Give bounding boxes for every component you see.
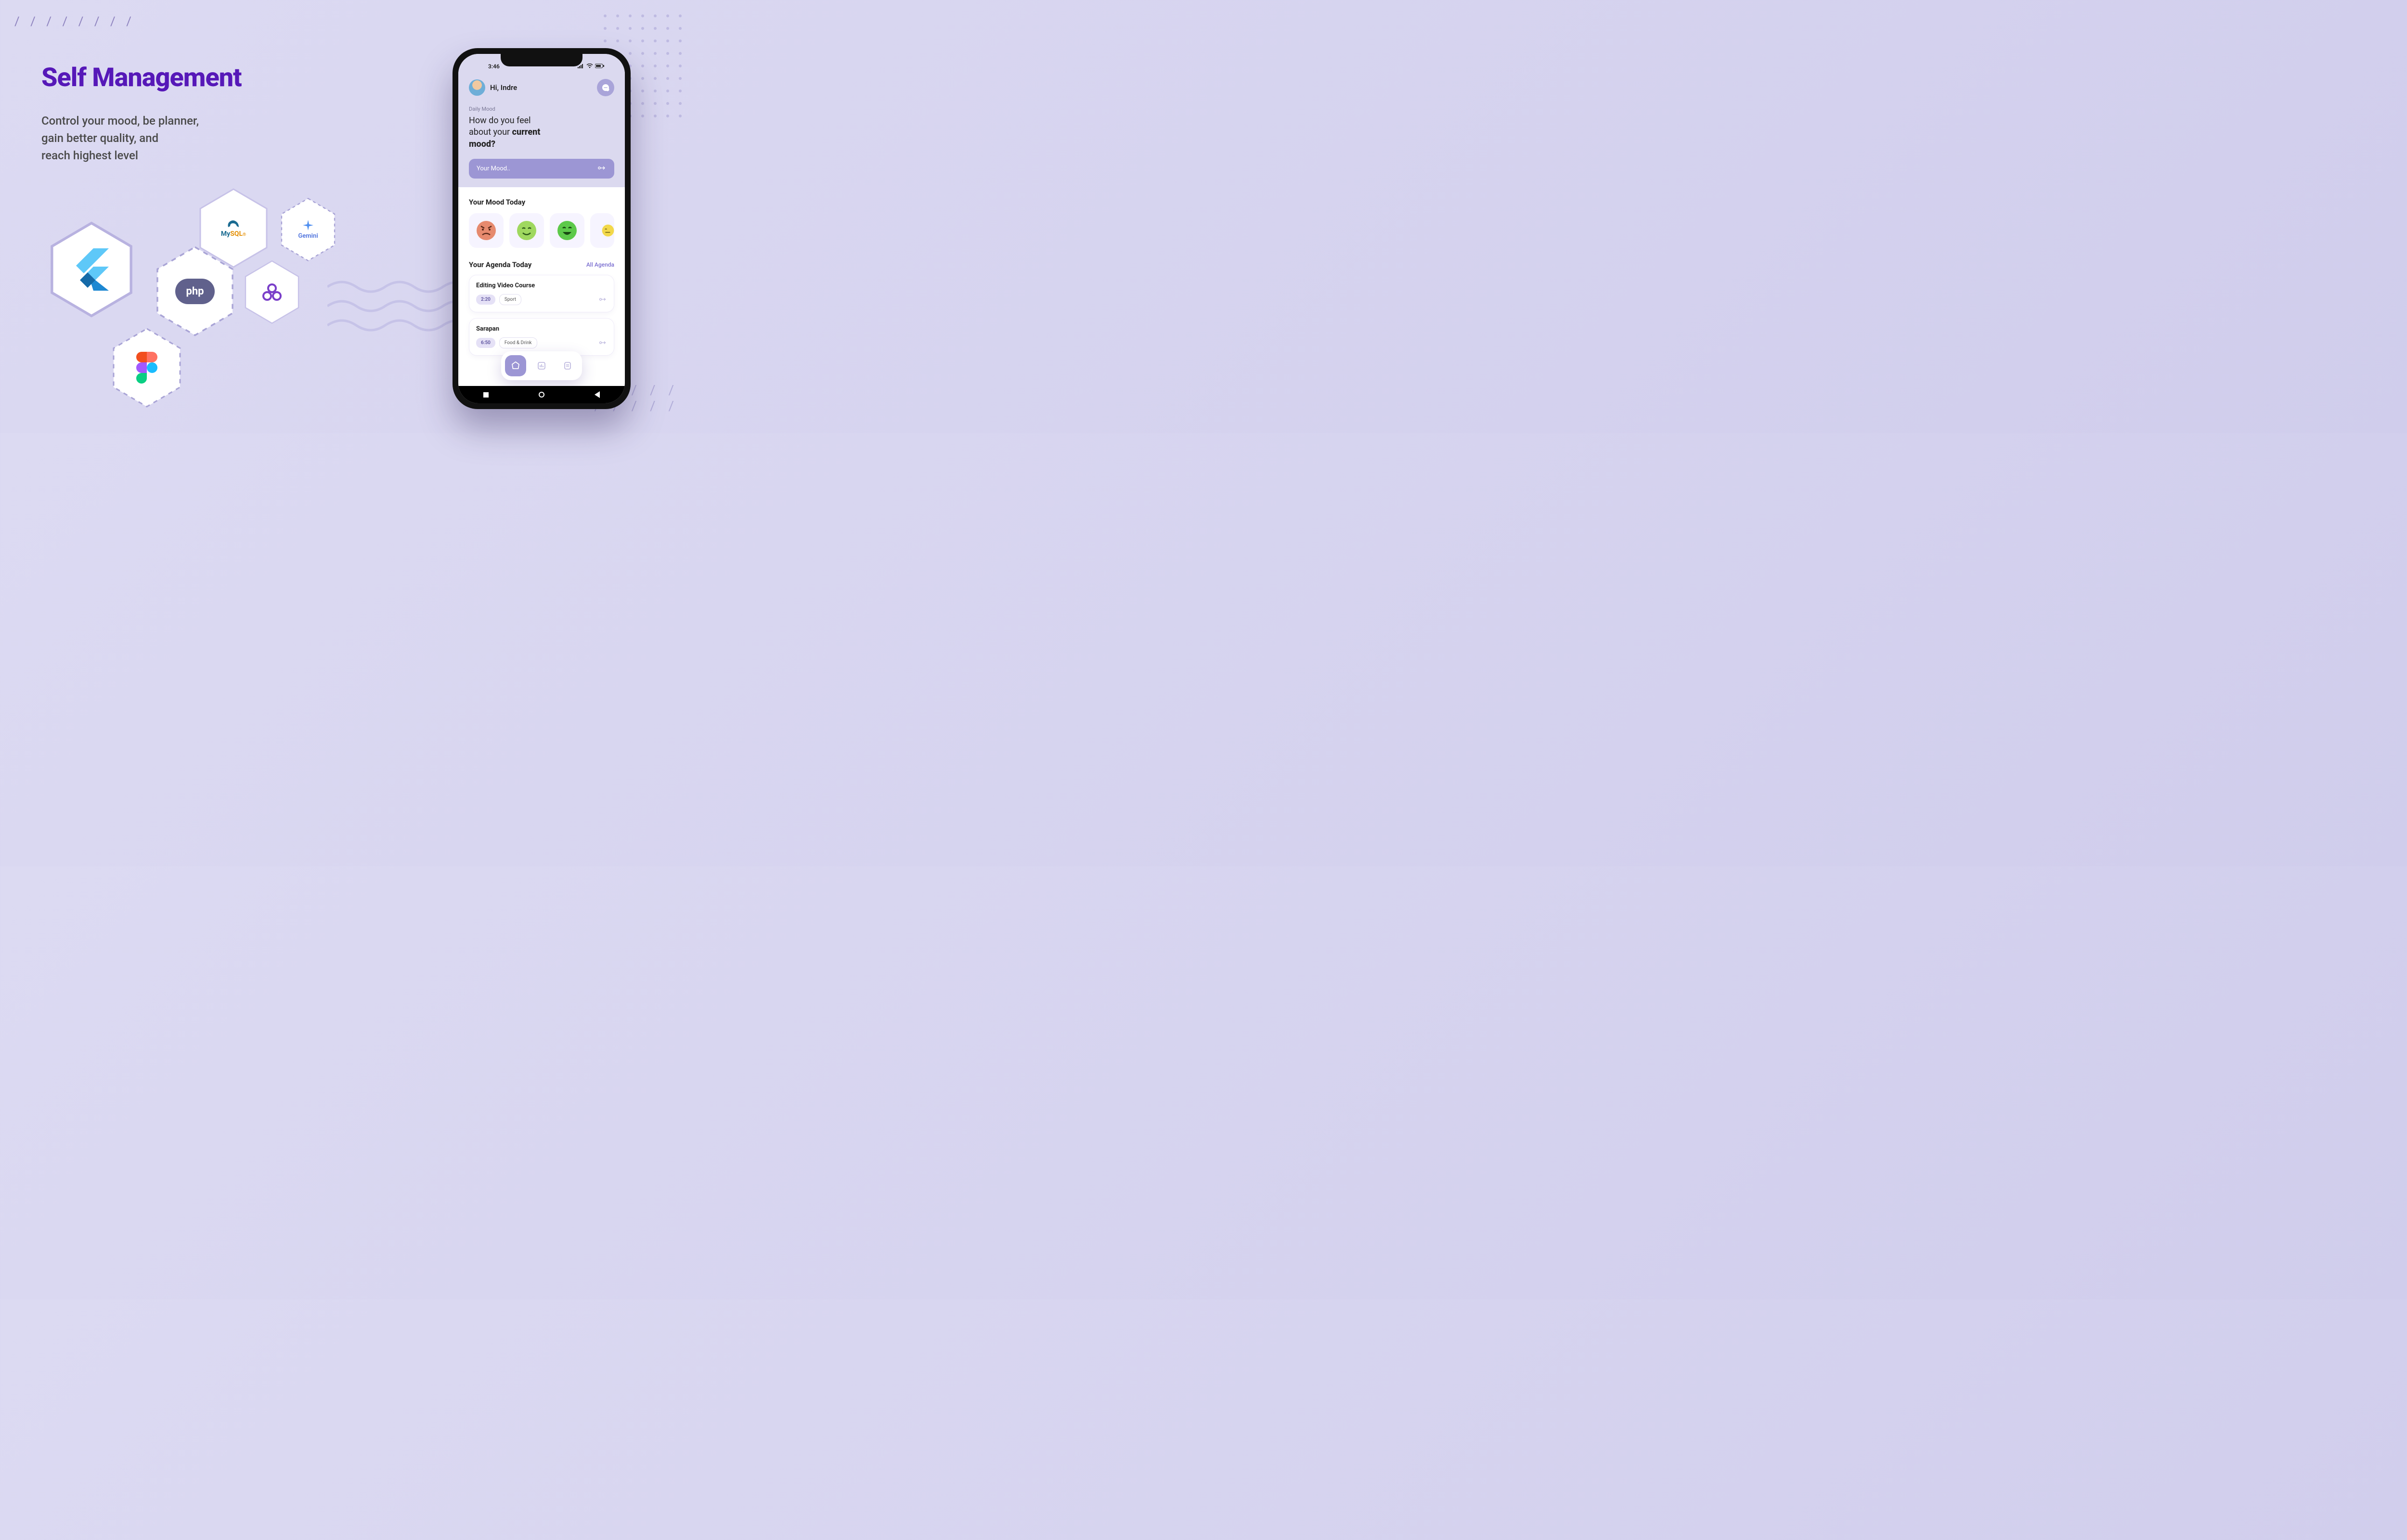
android-nav-bar [458, 386, 625, 403]
agenda-arrow-icon [599, 339, 607, 346]
agenda-time-chip: 6:50 [476, 338, 495, 348]
hero-sub-line1: Control your mood, be planner, [41, 114, 199, 128]
daily-mood-question: How do you feel about your current mood? [469, 115, 614, 150]
agenda-card[interactable]: Editing Video Course 2:20 Sport [469, 275, 614, 312]
angry-face-icon [476, 220, 496, 241]
bottom-nav [501, 351, 582, 380]
phone-notch [501, 54, 582, 66]
stats-icon [537, 361, 546, 371]
battery-icon [595, 64, 605, 70]
nav-notes[interactable] [557, 355, 578, 376]
android-home-icon[interactable] [539, 392, 544, 398]
laugh-face-icon [557, 220, 577, 241]
nav-home[interactable] [505, 355, 526, 376]
chat-button[interactable] [597, 79, 614, 96]
hero-sub-line2: gain better quality, and [41, 131, 158, 145]
mood-laugh[interactable] [550, 213, 584, 248]
agenda-arrow-icon [599, 296, 607, 303]
hex-gemini: Gemini [279, 197, 337, 262]
flutter-icon [74, 248, 109, 291]
hero-sub-line3: reach highest level [41, 149, 138, 162]
agenda-item-title: Sarapan [476, 325, 607, 333]
chat-bubble-icon [601, 83, 610, 92]
user-avatar[interactable] [469, 79, 485, 96]
hero-subtitle: Control your mood, be planner, gain bett… [41, 112, 340, 164]
hero-title: Self Management [41, 63, 340, 93]
agenda-tag-chip: Food & Drink [499, 337, 537, 348]
submit-arrow-icon [598, 165, 607, 172]
mood-placeholder: Your Mood.. [477, 165, 510, 172]
agenda-time-chip: 2:20 [476, 295, 495, 305]
mood-input[interactable]: Your Mood.. [469, 159, 614, 179]
mysql-dolphin-icon [226, 218, 241, 229]
hex-asana [243, 260, 301, 324]
app-header-section: 3:46 [458, 54, 625, 187]
agenda-card[interactable]: Sarapan 6:50 Food & Drink [469, 318, 614, 356]
daily-mood-label: Daily Mood [469, 106, 614, 112]
wifi-icon [586, 64, 593, 70]
tech-hex-cluster: MySQL® Gemini php [48, 192, 356, 424]
php-icon: php [175, 279, 214, 304]
gemini-label: Gemini [298, 232, 318, 240]
android-back-icon[interactable] [595, 391, 600, 398]
greeting-text: Hi, Indre [490, 83, 517, 92]
home-icon [511, 361, 520, 371]
mood-today-title: Your Mood Today [469, 198, 614, 206]
mood-partial[interactable] [590, 213, 614, 248]
mood-smile[interactable] [509, 213, 544, 248]
mood-row [469, 213, 614, 248]
decor-slashes-tl: / / / / / / / / [14, 14, 135, 29]
smile-face-icon [517, 220, 537, 241]
phone-mockup: 3:46 [453, 48, 631, 409]
hex-flutter [48, 221, 135, 318]
hero-section: Self Management Control your mood, be pl… [41, 63, 340, 164]
agenda-tag-chip: Sport [499, 294, 521, 305]
notes-icon [563, 361, 572, 371]
partial-face-icon [602, 220, 614, 241]
agenda-item-title: Editing Video Course [476, 282, 607, 289]
figma-icon [136, 352, 157, 384]
hex-php: php [154, 245, 236, 337]
hex-figma [111, 327, 183, 408]
android-recents-icon[interactable] [483, 392, 489, 398]
nav-stats[interactable] [531, 355, 552, 376]
app-screen: 3:46 [458, 54, 625, 403]
gemini-star-icon [303, 220, 313, 231]
status-time: 3:46 [488, 63, 500, 70]
all-agenda-link[interactable]: All Agenda [586, 261, 614, 268]
asana-icon [262, 283, 282, 301]
mood-angry[interactable] [469, 213, 504, 248]
agenda-title: Your Agenda Today [469, 260, 531, 269]
